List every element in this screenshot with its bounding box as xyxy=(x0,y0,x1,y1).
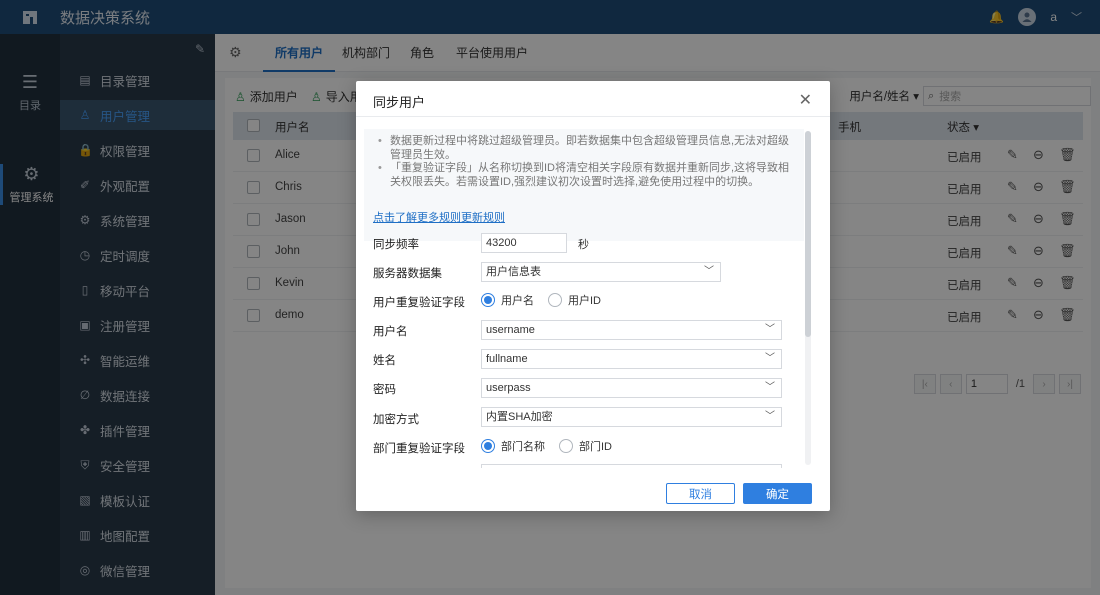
chevron-down-icon: ﹀ xyxy=(765,411,775,422)
password-select[interactable]: userpass ﹀ xyxy=(481,378,782,398)
dept-dup-radio-group: 部门名称 部门ID xyxy=(481,438,618,454)
user-dup-option-userid[interactable]: 用户ID xyxy=(548,292,601,308)
user-dup-radio-group: 用户名 用户ID xyxy=(481,292,607,308)
fullname-value: fullname xyxy=(486,353,528,365)
encrypt-label: 加密方式 xyxy=(373,414,419,426)
dept-dup-option-name[interactable]: 部门名称 xyxy=(481,438,545,454)
dataset-value: 用户信息表 xyxy=(486,266,541,278)
radio-label: 部门ID xyxy=(579,441,612,453)
encrypt-select[interactable]: 内置SHA加密 ﹀ xyxy=(481,407,782,427)
freq-input[interactable]: 43200 xyxy=(481,233,567,253)
dataset-label: 服务器数据集 xyxy=(373,268,442,280)
fullname-label: 姓名 xyxy=(373,355,396,367)
dept-dup-label: 部门重复验证字段 xyxy=(373,443,465,455)
encrypt-value: 内置SHA加密 xyxy=(486,411,553,423)
username-value: username xyxy=(486,324,535,336)
close-icon[interactable]: ✕ xyxy=(799,90,812,110)
chevron-down-icon: ﹀ xyxy=(765,353,775,364)
notice-item: 「重复验证字段」从名称切换到ID将清空相关字段原有数据并重新同步,这将导致相关权… xyxy=(378,162,794,189)
chevron-down-icon: ﹀ xyxy=(765,382,775,393)
radio-unchecked[interactable] xyxy=(559,439,573,453)
radio-checked[interactable] xyxy=(481,439,495,453)
chevron-down-icon: ﹀ xyxy=(765,324,775,335)
password-label: 密码 xyxy=(373,384,396,396)
radio-label: 用户ID xyxy=(568,295,601,307)
user-dup-option-username[interactable]: 用户名 xyxy=(481,292,534,308)
dialog-title: 同步用户 xyxy=(373,95,426,110)
radio-checked[interactable] xyxy=(481,293,495,307)
dialog-scrollbar[interactable] xyxy=(805,131,811,465)
freq-label: 同步频率 xyxy=(373,239,419,251)
rules-link[interactable]: 点击了解更多规则更新规则 xyxy=(373,209,505,225)
dialog-header: 同步用户 ✕ xyxy=(356,81,830,117)
dataset-select[interactable]: 用户信息表 ﹀ xyxy=(481,262,721,282)
chevron-down-icon: ﹀ xyxy=(704,266,714,277)
next-field-partial xyxy=(481,464,782,468)
radio-label: 用户名 xyxy=(501,295,534,307)
username-select[interactable]: username ﹀ xyxy=(481,320,782,340)
radio-label: 部门名称 xyxy=(501,441,545,453)
radio-unchecked[interactable] xyxy=(548,293,562,307)
user-dup-label: 用户重复验证字段 xyxy=(373,297,465,309)
password-value: userpass xyxy=(486,382,531,394)
cancel-button[interactable]: 取消 xyxy=(666,483,735,504)
freq-unit: 秒 xyxy=(578,239,589,251)
confirm-button[interactable]: 确定 xyxy=(743,483,812,504)
dept-dup-option-id[interactable]: 部门ID xyxy=(559,438,612,454)
scrollbar-thumb[interactable] xyxy=(805,131,811,337)
username-label: 用户名 xyxy=(373,326,408,338)
fullname-select[interactable]: fullname ﹀ xyxy=(481,349,782,369)
sync-users-dialog: 同步用户 ✕ 数据更新过程中将跳过超级管理员。即若数据集中包含超级管理员信息,无… xyxy=(356,81,830,511)
notice-item: 数据更新过程中将跳过超级管理员。即若数据集中包含超级管理员信息,无法对超级管理员… xyxy=(378,135,794,162)
